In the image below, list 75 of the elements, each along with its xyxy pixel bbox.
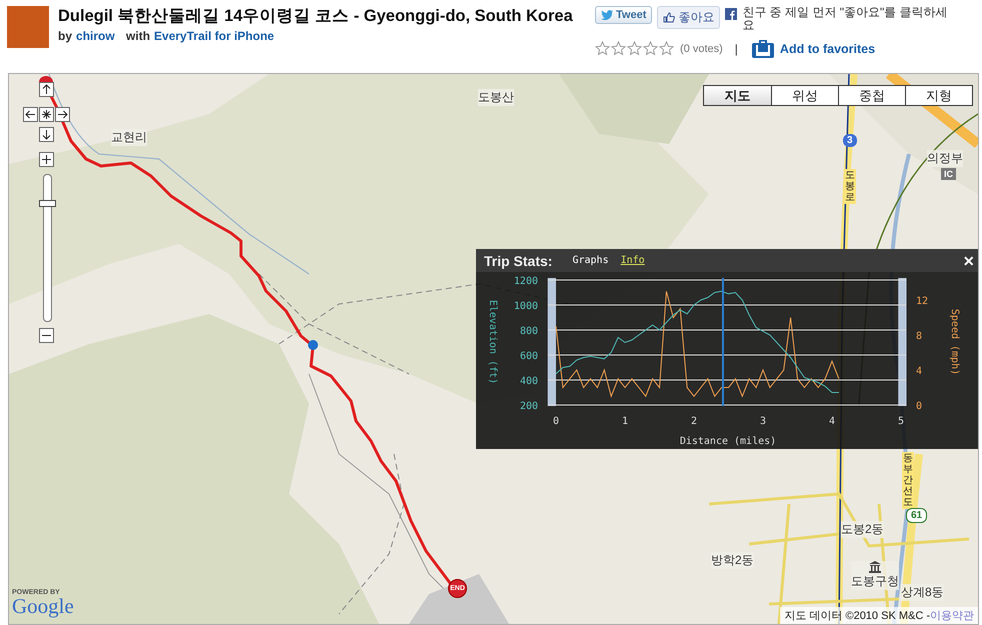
tick-label: 3 [760, 416, 766, 427]
copyright-text: 지도 데이터 ©2010 SK M&C - [784, 609, 930, 623]
pan-left-icon[interactable] [23, 107, 38, 122]
tweet-button[interactable]: Tweet [595, 6, 652, 24]
tick-label: 400 [520, 376, 538, 387]
place-label: 교현리 [111, 129, 147, 146]
center-icon[interactable] [39, 107, 54, 122]
tick-label: 0 [552, 416, 559, 427]
pan-down-icon[interactable] [39, 127, 54, 142]
by-label: by [58, 29, 72, 43]
building-icon [869, 561, 881, 573]
star-icon[interactable] [611, 41, 626, 56]
map-type-tab[interactable]: 지형 [905, 86, 972, 105]
vote-count: (0 votes) [680, 42, 723, 54]
route-shield: 61 [906, 508, 928, 523]
rating-stars[interactable] [595, 41, 674, 56]
star-icon[interactable] [627, 41, 642, 56]
pan-right-icon[interactable] [55, 107, 70, 122]
facebook-icon [725, 8, 738, 20]
cursor-line[interactable] [722, 278, 724, 406]
briefcase-icon [752, 39, 774, 58]
route-shield: 3 [843, 134, 857, 147]
tick-label: 12 [916, 296, 928, 308]
panel-title: Trip Stats: [484, 252, 552, 268]
interchange-badge: IC [941, 168, 956, 180]
tick-label: 200 [520, 401, 538, 412]
with-label: with [126, 29, 150, 43]
tick-label: 600 [520, 351, 538, 362]
like-button[interactable]: 좋아요 [657, 6, 720, 29]
add-favorites-link[interactable]: Add to favorites [780, 42, 876, 56]
slider-thumb[interactable] [39, 200, 56, 208]
tick-label: 4 [828, 416, 835, 427]
author-link[interactable]: chirow [76, 29, 115, 43]
star-icon[interactable] [595, 41, 610, 56]
tick-label: 2 [690, 416, 697, 427]
panel-tab[interactable]: Info [614, 255, 651, 266]
tick-label: 4 [916, 366, 922, 378]
tick-label: 1200 [514, 276, 538, 287]
position-marker[interactable] [308, 340, 318, 350]
place-label: 상계8동 [901, 584, 944, 601]
star-icon[interactable] [659, 41, 674, 56]
zoom-in-icon[interactable] [39, 152, 54, 167]
thumbs-up-icon [663, 12, 676, 23]
start-marker[interactable] [39, 76, 53, 82]
place-label: 도봉산 [478, 89, 514, 106]
tick-label: 1 [622, 416, 628, 427]
tick-label: 5 [898, 416, 904, 427]
close-button[interactable]: × [963, 252, 974, 270]
tick-label: 0 [916, 401, 922, 412]
app-link[interactable]: EveryTrail for iPhone [154, 29, 274, 43]
map-type-tab[interactable]: 중첩 [838, 86, 905, 105]
road-label: 도봉로 [844, 169, 856, 204]
axis-title: Elevation (ft) [487, 300, 498, 384]
star-icon[interactable] [643, 41, 658, 56]
pan-up-icon[interactable] [39, 82, 54, 97]
bird-icon [601, 10, 613, 20]
place-label: 도봉구청 [851, 573, 899, 590]
place-label: 방학2동 [711, 552, 754, 569]
map-type-tab[interactable]: 지도 [704, 86, 771, 105]
zoom-out-icon[interactable] [39, 328, 54, 343]
tick-label: 1000 [514, 301, 538, 312]
separator: | [734, 42, 738, 56]
google-logo[interactable]: Google [12, 596, 74, 617]
terms-link[interactable]: 이용약관 [930, 608, 974, 623]
place-label: 도봉2동 [841, 521, 884, 538]
map-type-tab[interactable]: 위성 [771, 86, 838, 105]
tick-label: 8 [916, 331, 922, 342]
road-label: 동부간선도 [902, 452, 914, 509]
axis-title: Speed (mph) [949, 308, 960, 376]
place-label: 의정부 [927, 150, 963, 167]
axis-title: Distance (miles) [680, 436, 776, 447]
tick-label: 800 [520, 326, 538, 337]
like-prompt: 친구 중 제일 먼저 "좋아요"를 클릭하세요 [742, 6, 949, 32]
panel-tab[interactable]: Graphs [566, 255, 615, 266]
trail-title: Dulegil 북한산둘레길 14우이령길 코스 - Gyeonggi-do, South Korea [58, 6, 574, 27]
